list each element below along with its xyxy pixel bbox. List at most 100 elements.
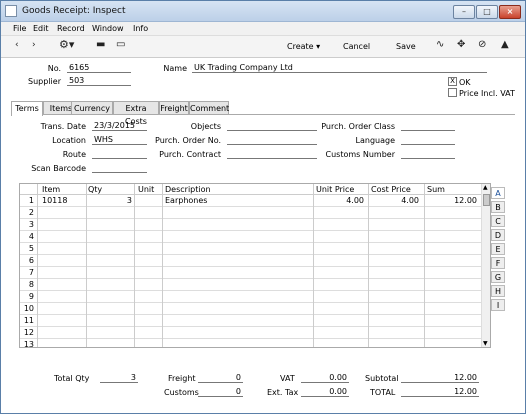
table-row[interactable]: 6 [20,255,490,267]
close-button[interactable]: × [499,5,521,19]
column-view-i[interactable]: I [491,299,505,311]
table-row[interactable]: 2 [20,207,490,219]
trans-date-field[interactable]: 23/3/2015 [92,121,147,131]
table-row[interactable]: 1 10118 3 Earphones 4.00 4.00 12.00 [20,195,490,207]
column-view-e[interactable]: E [491,243,505,255]
customs-number-field[interactable] [401,149,455,159]
expand-icon[interactable]: ✥ [457,39,465,50]
col-item: Item [42,185,61,194]
column-view-h[interactable]: H [491,285,505,297]
col-cost-price: Cost Price [371,185,411,194]
row-number: 3 [28,220,34,229]
name-field[interactable]: UK Trading Company Ltd [192,63,487,73]
trans-date-label: Trans. Date [40,122,86,131]
item-cell[interactable]: 10118 [42,196,82,205]
scroll-thumb[interactable] [483,194,490,206]
row-number: 5 [28,244,34,253]
tab-divider [11,114,515,115]
graduation-cap-icon[interactable]: ▲ [501,39,509,50]
cancel-button[interactable]: Cancel [343,42,370,51]
col-unit: Unit [138,185,155,194]
customs-number-label: Customs Number [325,150,396,159]
column-view-d[interactable]: D [491,229,505,241]
ok-checkbox[interactable]: X [448,77,457,86]
items-grid: Item Qty Unit Description Unit Price Cos… [19,183,491,348]
menu-edit[interactable]: Edit [33,24,49,33]
menu-bar: File Edit Record Window Info [1,22,525,36]
purch-contract-label: Purch. Contract [159,150,221,159]
table-row[interactable]: 5 [20,243,490,255]
table-row[interactable]: 11 [20,315,490,327]
purch-contract-field[interactable] [227,149,317,159]
menu-file[interactable]: File [13,24,26,33]
grid-scrollbar[interactable]: ▲ ▼ [481,184,490,347]
row-number: 8 [28,280,34,289]
col-description: Description [165,185,211,194]
col-unit-price: Unit Price [316,185,355,194]
scroll-down-icon[interactable]: ▼ [483,340,488,347]
unit-price-cell[interactable]: 4.00 [316,196,364,205]
purch-order-class-field[interactable] [401,121,455,131]
previous-record-icon[interactable]: ‹ [15,40,19,50]
language-label: Language [355,136,395,145]
menu-window[interactable]: Window [92,24,124,33]
table-row[interactable]: 4 [20,231,490,243]
gear-icon[interactable]: ⚙▾ [59,38,74,51]
tab-freight[interactable]: Freight [159,101,189,115]
create-label: Create [287,42,314,51]
tab-comment[interactable]: Comment [189,101,229,115]
scroll-up-icon[interactable]: ▲ [483,184,488,191]
qty-cell[interactable]: 3 [88,196,132,205]
language-field[interactable] [401,135,455,145]
table-row[interactable]: 3 [20,219,490,231]
table-row[interactable]: 8 [20,279,490,291]
table-row[interactable]: 13 [20,339,490,347]
window-title: Goods Receipt: Inspect [22,6,126,16]
col-qty: Qty [88,185,103,194]
print-icon[interactable]: ▬ [96,39,105,50]
next-record-icon[interactable]: › [32,40,36,50]
maximize-button[interactable]: □ [476,5,498,19]
col-separator [162,184,163,347]
table-row[interactable]: 12 [20,327,490,339]
sum-cell[interactable]: 12.00 [427,196,477,205]
print-preview-icon[interactable]: ▭ [116,39,125,50]
table-row[interactable]: 7 [20,267,490,279]
col-separator [37,184,38,347]
tab-extra-costs[interactable]: Extra Costs [113,101,159,126]
col-separator [368,184,369,347]
location-label: Location [52,136,86,145]
row-number: 12 [23,328,34,337]
purch-order-no-field[interactable] [227,135,317,145]
tab-terms[interactable]: Terms [11,101,43,116]
no-field[interactable]: 6165 [67,63,131,73]
menu-record[interactable]: Record [57,24,85,33]
objects-field[interactable] [227,121,317,131]
save-button[interactable]: Save [396,42,416,51]
minimize-button[interactable]: – [453,5,475,19]
ext-tax-label: Ext. Tax [267,388,299,397]
tab-currency[interactable]: Currency [71,101,113,115]
table-row[interactable]: 10 [20,303,490,315]
activity-icon[interactable]: ∿ [436,39,444,50]
location-field[interactable]: WHS [92,135,147,145]
col-separator [424,184,425,347]
route-field[interactable] [92,149,147,159]
app-icon [5,5,17,17]
attachment-icon[interactable]: ⊘ [478,39,486,50]
column-view-f[interactable]: F [491,257,505,269]
column-view-c[interactable]: C [491,215,505,227]
ext-tax-field: 0.00 [301,387,349,397]
menu-info[interactable]: Info [133,24,148,33]
column-view-g[interactable]: G [491,271,505,283]
table-row[interactable]: 9 [20,291,490,303]
column-view-b[interactable]: B [491,201,505,213]
column-view-a[interactable]: A [491,187,505,199]
supplier-field[interactable]: 503 [67,76,131,86]
scan-barcode-field[interactable] [92,163,147,173]
price-incl-vat-checkbox[interactable] [448,88,457,97]
total-label: TOTAL [370,388,396,397]
description-cell[interactable]: Earphones [165,196,305,205]
cost-price-cell[interactable]: 4.00 [371,196,419,205]
create-button[interactable]: Create ▾ [287,42,320,51]
